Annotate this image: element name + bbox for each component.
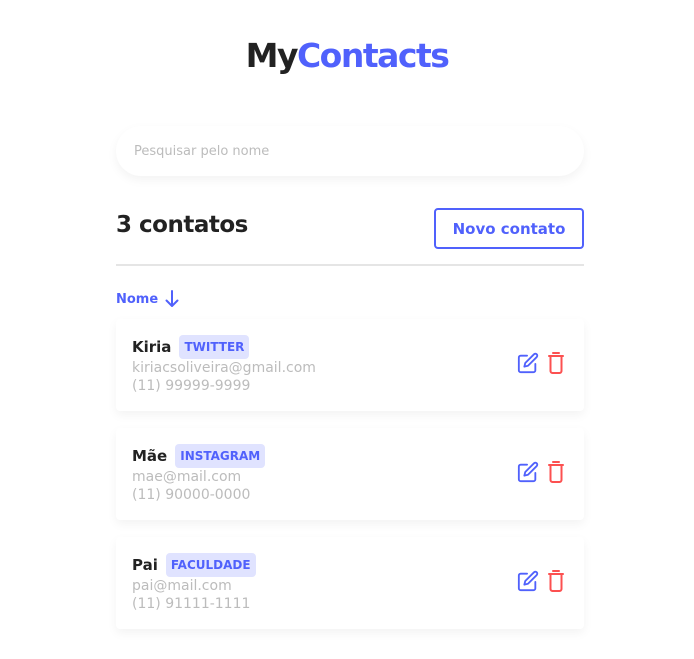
contact-name-row: Pai FACULDADE bbox=[132, 553, 568, 577]
search-input[interactable] bbox=[132, 142, 568, 160]
contact-name-row: Kiria TWITTER bbox=[132, 335, 568, 359]
contact-name-row: Mãe INSTAGRAM bbox=[132, 444, 568, 468]
logo-part-contacts: Contacts bbox=[296, 36, 450, 75]
trash-icon bbox=[548, 570, 564, 592]
app-logo: MyContacts bbox=[0, 34, 694, 78]
edit-contact-button[interactable] bbox=[516, 460, 540, 484]
category-tag: TWITTER bbox=[179, 335, 250, 359]
category-tag: INSTAGRAM bbox=[175, 444, 266, 468]
contact-phone: (11) 91111-1111 bbox=[132, 596, 251, 612]
logo-part-my: My bbox=[245, 36, 299, 75]
edit-icon bbox=[517, 461, 539, 483]
sort-by-name-button[interactable]: Nome bbox=[116, 290, 179, 308]
contacts-header: 3 contatos Novo contato bbox=[116, 208, 584, 266]
new-contact-button[interactable]: Novo contato bbox=[434, 208, 584, 249]
edit-contact-button[interactable] bbox=[516, 569, 540, 593]
contact-name: Kiria bbox=[132, 338, 172, 356]
delete-contact-button[interactable] bbox=[544, 351, 568, 375]
contact-phone: (11) 99999-9999 bbox=[132, 378, 251, 394]
contact-name: Mãe bbox=[132, 447, 168, 465]
category-tag: FACULDADE bbox=[165, 553, 256, 577]
trash-icon bbox=[548, 461, 564, 483]
contact-name: Pai bbox=[132, 556, 158, 574]
contact-email: kiriacsoliveira@gmail.com bbox=[132, 360, 316, 376]
contact-actions bbox=[516, 460, 568, 484]
contact-phone: (11) 90000-0000 bbox=[132, 487, 251, 503]
contact-email: pai@mail.com bbox=[132, 578, 232, 594]
contact-card: Pai FACULDADE pai@mail.com (11) 91111-11… bbox=[116, 537, 584, 629]
sort-label: Nome bbox=[116, 291, 159, 307]
edit-contact-button[interactable] bbox=[516, 351, 540, 375]
delete-contact-button[interactable] bbox=[544, 569, 568, 593]
contact-actions bbox=[516, 569, 568, 593]
contact-card: Kiria TWITTER kiriacsoliveira@gmail.com … bbox=[116, 319, 584, 411]
edit-icon bbox=[517, 570, 539, 592]
edit-icon bbox=[517, 352, 539, 374]
delete-contact-button[interactable] bbox=[544, 460, 568, 484]
arrow-down-icon bbox=[165, 290, 179, 307]
contact-email: mae@mail.com bbox=[132, 469, 242, 485]
contact-card: Mãe INSTAGRAM mae@mail.com (11) 90000-00… bbox=[116, 428, 584, 520]
search-bar bbox=[116, 126, 584, 176]
contact-actions bbox=[516, 351, 568, 375]
contacts-count: 3 contatos bbox=[116, 212, 248, 238]
trash-icon bbox=[548, 352, 564, 374]
